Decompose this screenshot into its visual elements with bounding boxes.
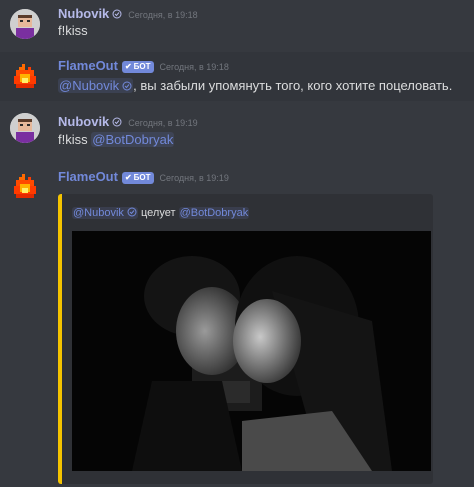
fire-avatar-icon [14,64,36,88]
bot-badge: ✔ БОТ [121,61,154,73]
verified-user-icon [112,9,122,19]
fire-avatar-icon [14,174,36,198]
avatar[interactable] [10,171,40,201]
verified-user-icon [112,117,122,127]
message-timestamp: Сегодня, в 19:19 [128,118,198,128]
verified-user-icon [127,207,137,217]
user-mention[interactable]: @BotDobryak [178,207,250,219]
message-timestamp: Сегодня, в 19:18 [159,62,229,72]
avatar[interactable] [10,9,40,39]
message-timestamp: Сегодня, в 19:18 [128,10,198,20]
embed: @Nubovik целует @BotDobryak [58,194,433,484]
message-3: Nubovik Сегодня, в 19:19 f!kiss @BotDobry… [0,101,474,156]
avatar[interactable] [10,113,40,143]
bot-check-icon: ✔ [124,62,132,71]
embed-description: @Nubovik целует @BotDobryak [72,207,250,219]
user-mention[interactable]: @Nubovik [72,207,138,219]
message-text: @Nubovik, вы забыли упомянуть того, кого… [58,78,453,93]
message-timestamp: Сегодня, в 19:19 [159,173,229,183]
user-mention[interactable]: @Nubovik [58,78,134,93]
bot-badge: ✔ БОТ [121,172,154,184]
embed-image[interactable] [72,231,431,471]
author-name[interactable]: Nubovik [58,114,109,129]
author-name[interactable]: Nubovik [58,6,109,21]
verified-user-icon [122,81,132,91]
user-mention[interactable]: @BotDobryak [91,132,175,147]
kiss-photo [72,231,431,471]
message-text: f!kiss [58,23,88,38]
avatar[interactable] [10,61,40,91]
pixel-avatar-icon [10,113,40,143]
message-1: Nubovik Сегодня, в 19:18 f!kiss [0,0,474,52]
message-text: f!kiss @BotDobryak [58,132,175,147]
author-name[interactable]: FlameOut [58,58,118,73]
pixel-avatar-icon [10,9,40,39]
message-2: FlameOut ✔ БОТ Сегодня, в 19:18 @Nubovik, в… [0,52,474,101]
author-name[interactable]: FlameOut [58,169,118,184]
bot-check-icon: ✔ [124,173,132,182]
